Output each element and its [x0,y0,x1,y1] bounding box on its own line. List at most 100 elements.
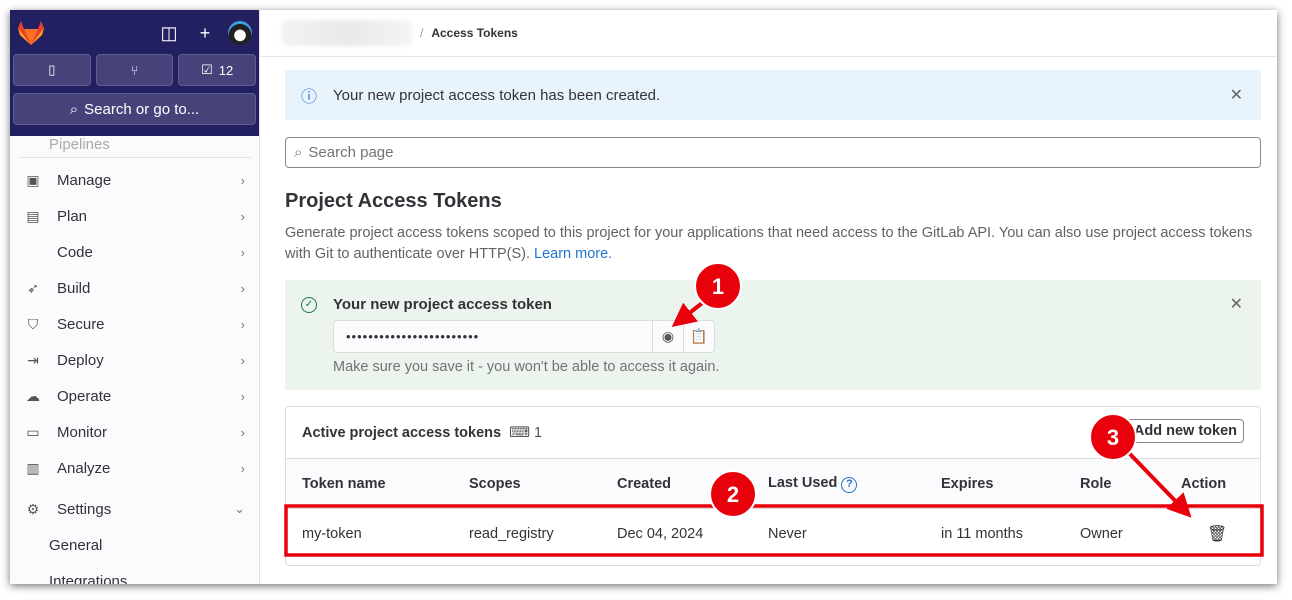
search-placeholder: Search page [308,144,394,161]
breadcrumb-current: Access Tokens [431,26,518,40]
chart-icon: ▥ [26,459,40,476]
close-icon[interactable]: ✕ [1230,85,1243,105]
sidebar-item-label: Analyze [57,459,111,477]
avatar[interactable] [228,21,252,45]
token-name: my-token [302,526,362,542]
check-circle-icon: ✓ [301,297,317,313]
search-icon: ⌕ [69,100,79,118]
sidebar-item-secure[interactable]: ⛉ Secure › [18,306,251,342]
alert-message: Your new project access token has been c… [333,86,661,104]
column-header: Expires [941,475,994,492]
sidebar-item-label: Code [57,243,93,261]
calendar-icon: ▤ [26,207,40,224]
chevron-right-icon: › [240,352,245,368]
token-scopes: read_registry [469,526,554,542]
cloud-icon: ☁ [26,387,40,404]
monitor-icon: ▭ [26,423,40,440]
chevron-right-icon: › [240,172,245,188]
eye-icon: ◉ [661,328,675,344]
sidebar-item-label: Deploy [57,351,104,369]
new-token-alert: ✓ Your new project access token ••••••••… [285,280,1261,390]
sidebar-item-label: Operate [57,387,112,405]
sidebar-item-plan[interactable]: ▤ Plan › [18,198,251,234]
column-header: Scopes [469,475,521,492]
token-count-icon: ⌨ [509,424,531,441]
merge-requests-button[interactable]: ⑂ [95,54,174,86]
shield-icon: ⛉ [27,315,39,332]
sidebar-item-operate[interactable]: ☁ Operate › [18,378,251,414]
token-hint: Make sure you save it - you won't be abl… [333,359,720,375]
column-header-label: Last Used [768,474,838,491]
chevron-right-icon: › [240,424,245,440]
todos-button[interactable]: ☑ 12 [178,54,257,86]
reveal-token-button[interactable]: ◉ [652,321,683,352]
sidebar-item-label: Settings [57,500,112,518]
sidebar-toggle-icon[interactable]: ◫ [158,23,180,44]
sidebar-item-analyze[interactable]: ▥ Analyze › [18,450,251,486]
token-last-used: Never [768,526,807,542]
copy-token-button[interactable]: 📋 [683,321,714,352]
browser-window: ◫ + ▯ ⑂ ☑ 12 ⌕ Search or go to... Pipeline… [10,10,1277,584]
column-header: Created [617,475,671,492]
breadcrumb-project-redacted[interactable] [282,20,412,46]
chevron-right-icon: › [240,280,245,296]
token-expires: in 11 months [941,526,1023,542]
info-icon: ⓘ [301,89,318,106]
add-new-token-button[interactable]: Add new token [1126,419,1244,443]
gitlab-logo-icon[interactable] [17,20,45,46]
breadcrumb: / Access Tokens [261,10,1277,57]
description-text: Generate project access tokens scoped to… [285,225,1253,262]
sidebar-item-label: Plan [57,207,88,225]
table-header: Token name Scopes Created Last Used? Exp… [286,459,1260,509]
help-icon[interactable]: ? [841,476,858,493]
merge-request-icon: ⑂ [130,62,139,78]
sidebar-header: ◫ + ▯ ⑂ ☑ 12 ⌕ Search or go to... [10,10,259,136]
plus-icon[interactable]: + [194,23,216,44]
sidebar-item-manage[interactable]: ▣ Manage › [18,162,251,198]
token-value[interactable]: •••••••••••••••••••••••• [334,321,652,352]
sidebar-subitem-integrations[interactable]: Integrations [18,563,251,585]
chevron-right-icon: › [240,388,245,404]
chevron-right-icon: › [240,316,245,332]
sidebar-item-settings[interactable]: ⚙ Settings ⌄ [18,491,251,527]
issues-icon: ▯ [48,62,56,77]
search-input[interactable]: ⌕ Search page [285,137,1261,168]
trash-icon: 🗑 [1207,526,1228,543]
search-icon: ⌕ [294,144,303,161]
token-field[interactable]: •••••••••••••••••••••••• ◉ 📋 [333,320,715,353]
briefcase-icon: ▣ [26,171,40,188]
sidebar-item-pipelines[interactable]: Pipelines [18,136,251,158]
main-content: / Access Tokens ⓘ Your new project acces… [261,10,1277,584]
gear-icon: ⚙ [26,500,40,517]
page-description: Generate project access tokens scoped to… [285,223,1255,265]
tokens-title: Active project access tokens [302,424,502,441]
sidebar-item-label: Build [57,279,91,297]
search-label: Search or go to... [84,100,200,118]
chevron-right-icon: › [240,244,245,260]
close-icon[interactable]: ✕ [1230,294,1243,314]
rocket-icon: ➶ [27,279,39,296]
column-header: Role [1080,475,1112,492]
active-tokens-card: Active project access tokens ⌨ 1 Add new … [285,406,1261,566]
sidebar-item-code[interactable]: Code › [18,234,251,270]
sidebar-item-label: Secure [57,315,105,333]
sidebar-item-label: Manage [57,171,112,189]
column-header: Token name [302,475,386,492]
page-title: Project Access Tokens [285,190,502,212]
sidebar-item-monitor[interactable]: ▭ Monitor › [18,414,251,450]
sidebar-item-deploy[interactable]: ⇥ Deploy › [18,342,251,378]
sidebar-item-build[interactable]: ➶ Build › [18,270,251,306]
learn-more-link[interactable]: Learn more. [534,246,612,262]
issues-button[interactable]: ▯ [13,54,91,86]
table-row: my-token read_registry Dec 04, 2024 Neve… [286,509,1260,559]
todo-checkbox-icon: ☑ [201,62,213,77]
clipboard-icon: 📋 [690,328,708,344]
info-alert: ⓘ Your new project access token has been… [285,70,1261,120]
breadcrumb-separator: / [420,26,424,40]
token-role: Owner [1080,526,1123,542]
sidebar-subitem-general[interactable]: General [18,527,251,563]
todo-count: 12 [218,62,234,78]
chevron-right-icon: › [240,460,245,476]
revoke-token-button[interactable]: 🗑 [1181,524,1260,544]
search-or-go-button[interactable]: ⌕ Search or go to... [13,93,256,125]
